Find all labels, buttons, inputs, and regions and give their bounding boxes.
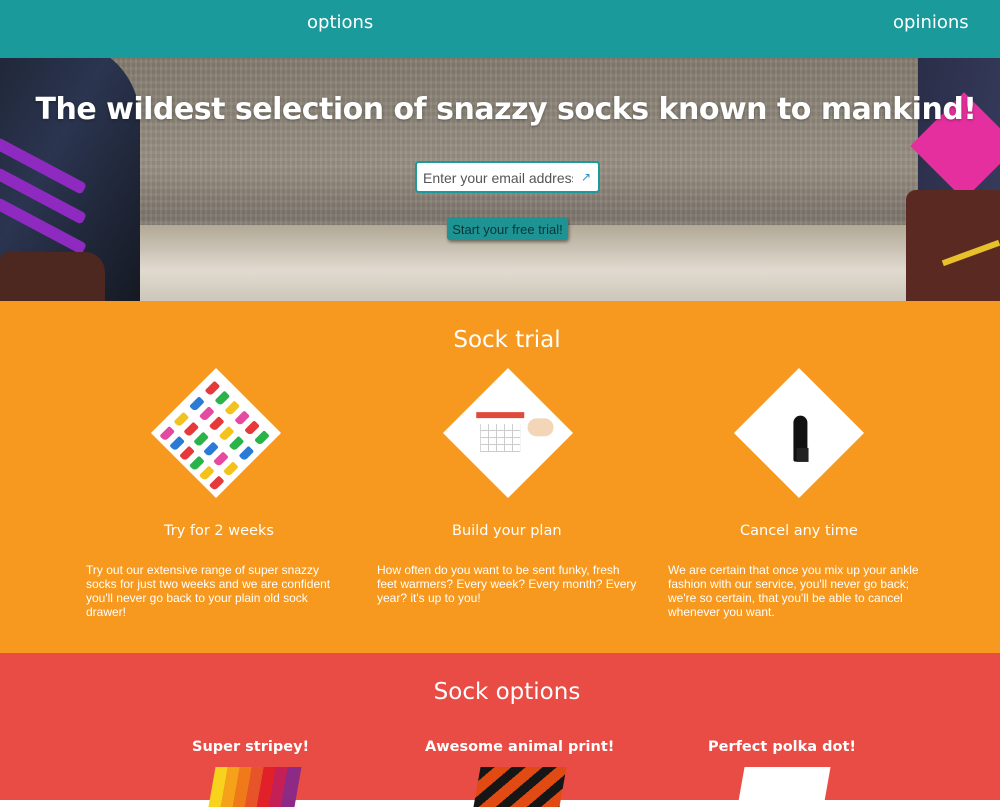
sock-mark <box>173 411 190 428</box>
start-free-trial-button[interactable]: Start your free trial! <box>447 218 568 240</box>
feature-title: Try for 2 weeks <box>164 523 274 539</box>
traveler-sunset-image <box>733 367 865 499</box>
sock-mark <box>234 410 250 426</box>
section-title: Sock options <box>433 679 581 705</box>
sock-mark <box>199 465 215 482</box>
hand <box>527 418 554 437</box>
sock-mark <box>254 430 270 446</box>
calendar-grid <box>480 424 521 453</box>
option-title-polka: Perfect polka dot! <box>708 739 857 755</box>
option-title-animal: Awesome animal print! <box>425 739 615 755</box>
sock-mark <box>169 435 185 452</box>
autofill-key-icon[interactable]: ↗ <box>581 170 591 184</box>
feature-title: Cancel any time <box>740 523 858 539</box>
sock-mark <box>228 435 245 452</box>
feature-title: Build your plan <box>452 523 562 539</box>
shoe-lace <box>941 239 1000 267</box>
sock-mark <box>199 406 215 422</box>
sock-mark <box>189 396 205 412</box>
sock-mark <box>189 455 205 472</box>
hero-shoe-left-image <box>0 252 105 301</box>
sock-mark <box>159 425 175 442</box>
nav-link-opinions[interactable]: opinions <box>893 12 969 33</box>
sock-mark <box>204 380 221 397</box>
sock-mark <box>224 400 241 417</box>
sock-mark <box>193 431 209 448</box>
section-title: Sock trial <box>453 327 561 353</box>
sock-mark <box>213 451 229 467</box>
sock-mark <box>244 420 260 436</box>
calendar-sheet <box>476 412 525 459</box>
email-input[interactable] <box>423 168 573 188</box>
sock-trial-section: Sock trial Try for 2 weeks Try out our e… <box>0 301 1000 653</box>
feature-text: How often do you want to be sent funky, … <box>377 563 637 605</box>
sock-mark <box>214 390 231 407</box>
stripes-swatch-image[interactable] <box>208 767 302 807</box>
sock-stripe <box>0 197 87 255</box>
sock-mark <box>183 421 200 438</box>
feature-text: Try out our extensive range of super sna… <box>86 563 331 619</box>
email-field[interactable]: ↗ <box>415 161 600 193</box>
nav-link-options[interactable]: options <box>307 12 373 33</box>
animal-print-swatch-image[interactable] <box>473 767 567 807</box>
sock-mark <box>203 441 219 458</box>
hero-headline: The wildest selection of snazzy socks kn… <box>35 92 977 127</box>
option-title-stripey: Super stripey! <box>192 739 310 755</box>
hero-shoe-right-image <box>906 190 1000 301</box>
sock-mark <box>179 445 195 462</box>
sock-mark <box>218 425 235 442</box>
sock-mark <box>208 416 225 432</box>
sock-mark <box>208 475 225 491</box>
sock-mark <box>238 445 255 462</box>
sock-options-section: Sock options Super stripey! Awesome anim… <box>0 653 1000 807</box>
socks-pattern-image <box>150 367 282 499</box>
polka-dot-swatch-image[interactable] <box>737 767 831 807</box>
sock-mark <box>223 461 239 477</box>
feature-text: We are certain that once you mix up your… <box>668 563 919 619</box>
calendar-image <box>442 367 574 499</box>
top-nav: options opinions <box>0 0 1000 58</box>
suitcase-silhouette <box>796 447 809 462</box>
